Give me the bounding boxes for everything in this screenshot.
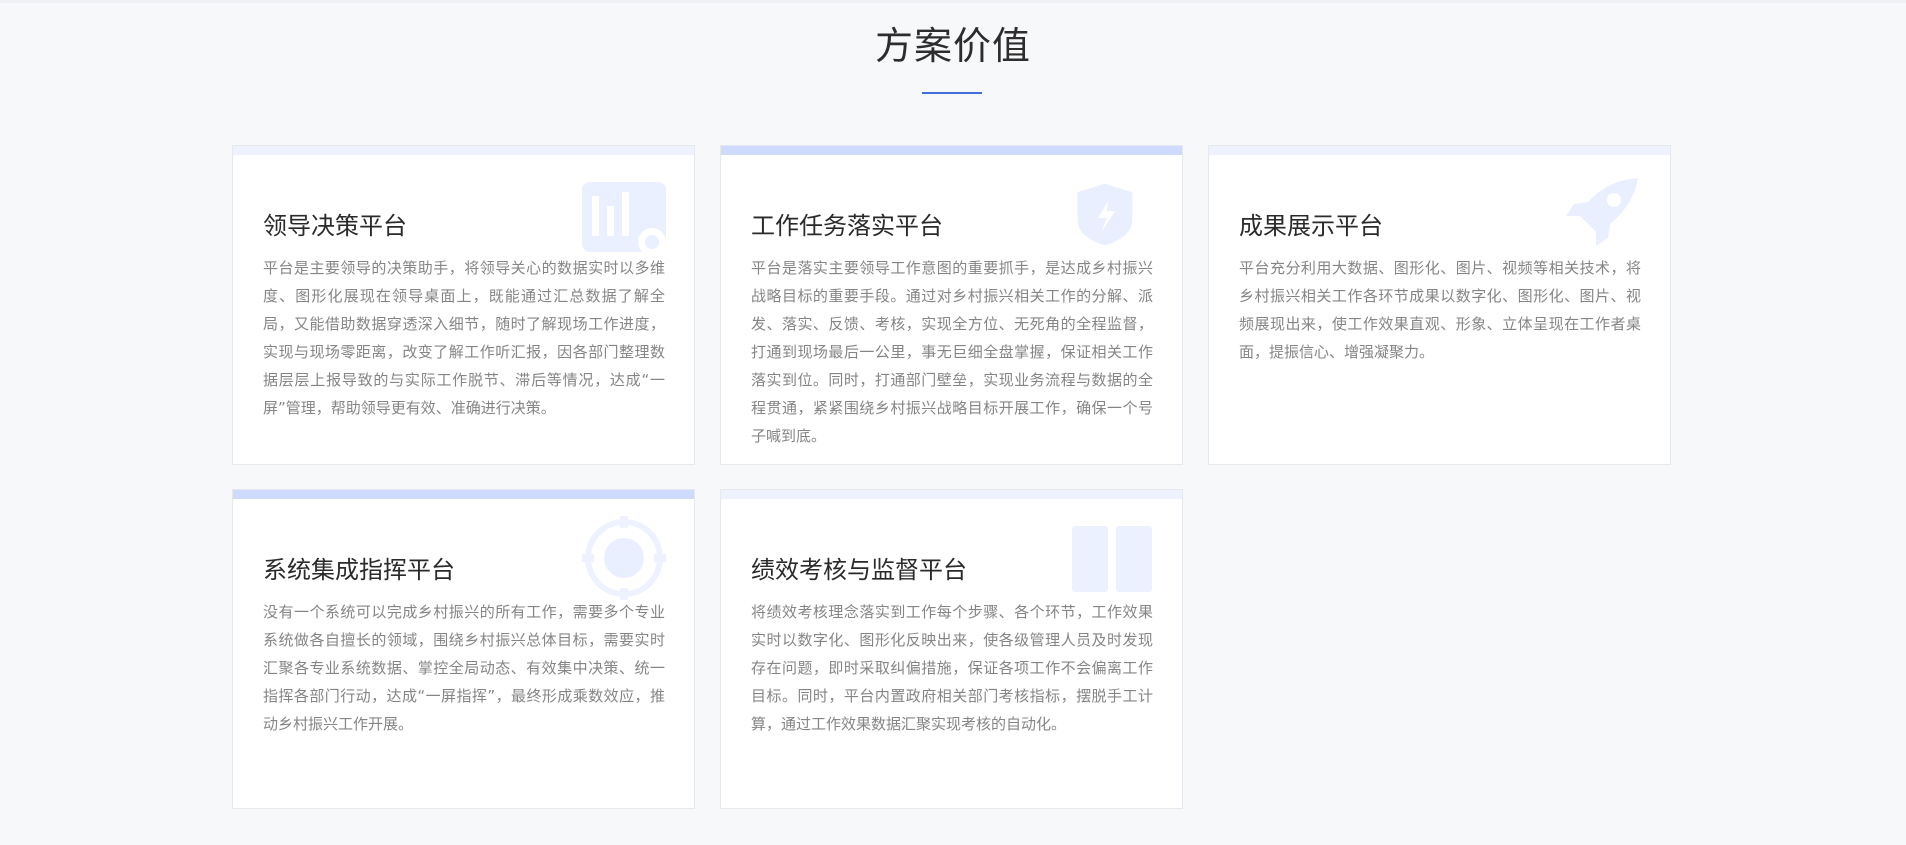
title-underline [922, 92, 982, 94]
card-title: 领导决策平台 [263, 212, 407, 240]
value-card-achievement-display: 成果展示平台 平台充分利用大数据、图形化、图片、视频等相关技术，将乡村振兴相关工… [1208, 145, 1671, 465]
card-description: 平台是主要领导的决策助手，将领导关心的数据实时以多维度、图形化展现在领导桌面上，… [263, 259, 665, 417]
card-title: 成果展示平台 [1239, 212, 1383, 240]
value-card-performance-supervision: 绩效考核与监督平台 将绩效考核理念落实到工作每个步骤、各个环节，工作效果实时以数… [720, 489, 1183, 809]
chart-icon [582, 182, 666, 252]
card-description: 没有一个系统可以完成乡村振兴的所有工作，需要多个专业系统做各自擅长的领域，围绕乡… [263, 603, 665, 733]
top-divider [0, 0, 1906, 3]
card-top-bar [721, 490, 1182, 499]
card-description: 将绩效考核理念落实到工作每个步骤、各个环节，工作效果实时以数字化、图形化反映出来… [751, 603, 1153, 733]
card-title: 工作任务落实平台 [751, 212, 943, 240]
target-icon [582, 516, 666, 600]
shield-icon [1077, 183, 1133, 246]
card-top-bar [1209, 146, 1670, 155]
value-card-system-integration: 系统集成指挥平台 没有一个系统可以完成乡村振兴的所有工作，需要多个专业系统做各自… [232, 489, 695, 809]
card-top-bar [233, 490, 694, 499]
value-card-task-implementation: 工作任务落实平台 平台是落实主要领导工作意图的重要抓手，是达成乡村振兴战略目标的… [720, 145, 1183, 465]
card-top-bar [721, 146, 1182, 155]
rocket-icon [1566, 178, 1638, 246]
book-icon [1072, 526, 1152, 592]
card-description: 平台充分利用大数据、图形化、图片、视频等相关技术，将乡村振兴相关工作各环节成果以… [1239, 259, 1641, 361]
value-card-leader-decision: 领导决策平台 平台是主要领导的决策助手，将领导关心的数据实时以多维度、图形化展现… [232, 145, 695, 465]
card-top-bar [233, 146, 694, 155]
card-title: 绩效考核与监督平台 [751, 556, 967, 584]
card-title: 系统集成指挥平台 [263, 556, 455, 584]
card-description: 平台是落实主要领导工作意图的重要抓手，是达成乡村振兴战略目标的重要手段。通过对乡… [751, 259, 1153, 445]
section-title: 方案价值 [874, 24, 1031, 68]
